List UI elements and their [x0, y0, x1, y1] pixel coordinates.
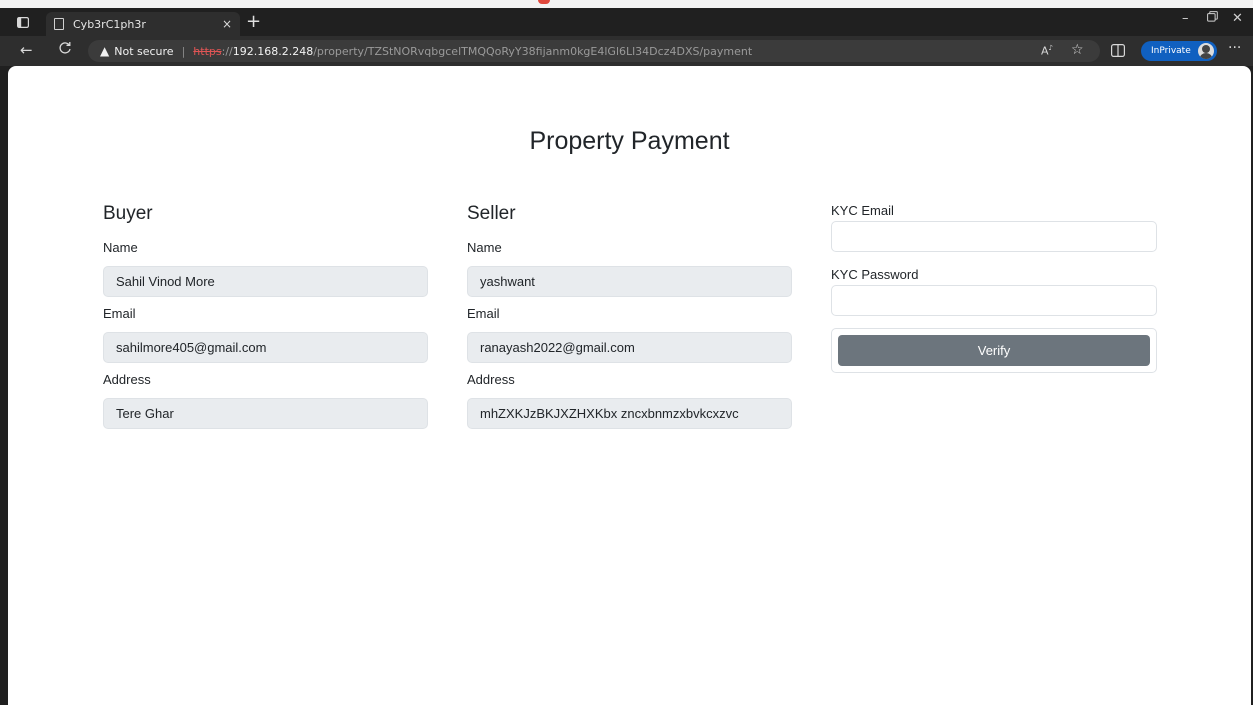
kyc-password-input[interactable] — [831, 285, 1157, 316]
warning-icon[interactable]: ▲ — [100, 44, 109, 58]
page-title: Property Payment — [529, 127, 730, 155]
buyer-address-field: Tere Ghar — [103, 398, 428, 429]
seller-email-label: Email — [467, 306, 500, 321]
seller-name-label: Name — [467, 240, 502, 255]
seller-address-label: Address — [467, 372, 515, 387]
buyer-section: Buyer Name Sahil Vinod More Email sahilm… — [103, 203, 428, 429]
kyc-form: KYC Email KYC Password Verify — [831, 203, 1157, 373]
url-separator: | — [181, 44, 186, 58]
kyc-password-label: KYC Password — [831, 267, 919, 282]
address-bar-row: ← ▲ Not secure | https://192.168.2.248/p… — [0, 36, 1253, 66]
seller-name-field: yashwant — [467, 266, 792, 297]
url-scheme-separator: :// — [221, 44, 233, 58]
refresh-icon[interactable] — [58, 41, 72, 59]
tab-title: Cyb3rC1ph3r — [73, 17, 146, 31]
not-secure-label[interactable]: Not secure — [114, 45, 173, 58]
url-path: /property/TZStNORvqbgcelTMQQoRyY38fijanm… — [313, 44, 753, 58]
browser-tab[interactable]: Cyb3rC1ph3r × — [46, 12, 240, 36]
minimize-icon[interactable]: – — [1182, 11, 1189, 26]
seller-section: Seller Name yashwant Email ranayash2022@… — [467, 203, 792, 429]
tab-bar: Cyb3rC1ph3r × + – ✕ — [0, 8, 1253, 36]
back-icon[interactable]: ← — [20, 41, 33, 59]
split-screen-icon[interactable] — [1111, 43, 1126, 61]
buyer-email-label: Email — [103, 306, 136, 321]
seller-email-field: ranayash2022@gmail.com — [467, 332, 792, 363]
url-scheme: https — [193, 44, 222, 58]
top-strip — [0, 0, 1253, 8]
inprivate-label: InPrivate — [1151, 46, 1191, 56]
buyer-name-label: Name — [103, 240, 138, 255]
verify-container: Verify — [831, 328, 1157, 373]
buyer-email-field: sahilmore405@gmail.com — [103, 332, 428, 363]
verify-button[interactable]: Verify — [838, 335, 1150, 366]
kyc-email-label: KYC Email — [831, 203, 894, 218]
more-icon[interactable]: ··· — [1228, 40, 1241, 56]
page-content: Property Payment Buyer Name Sahil Vinod … — [8, 66, 1251, 705]
url-host: 192.168.2.248 — [232, 44, 314, 58]
tab-actions-icon[interactable] — [12, 11, 34, 33]
buyer-heading: Buyer — [103, 203, 153, 224]
profile-avatar — [1198, 43, 1214, 59]
new-tab-icon[interactable]: + — [246, 12, 261, 32]
kyc-email-input[interactable] — [831, 221, 1157, 252]
url-field[interactable]: ▲ Not secure | https://192.168.2.248/pro… — [88, 40, 1100, 62]
seller-heading: Seller — [467, 203, 516, 224]
seller-address-field: mhZXKJzBKJXZHXKbx zncxbnmzxbvkcxzvc — [467, 398, 792, 429]
read-aloud-icon[interactable]: A♪ — [1041, 44, 1053, 58]
tab-close-icon[interactable]: × — [222, 17, 232, 31]
buyer-address-label: Address — [103, 372, 151, 387]
close-icon[interactable]: ✕ — [1232, 11, 1243, 26]
page-icon — [54, 18, 64, 30]
buyer-name-field: Sahil Vinod More — [103, 266, 428, 297]
maximize-icon[interactable] — [1207, 11, 1218, 26]
favorite-icon[interactable]: ☆ — [1071, 42, 1084, 58]
inprivate-badge[interactable]: InPrivate — [1141, 41, 1217, 61]
